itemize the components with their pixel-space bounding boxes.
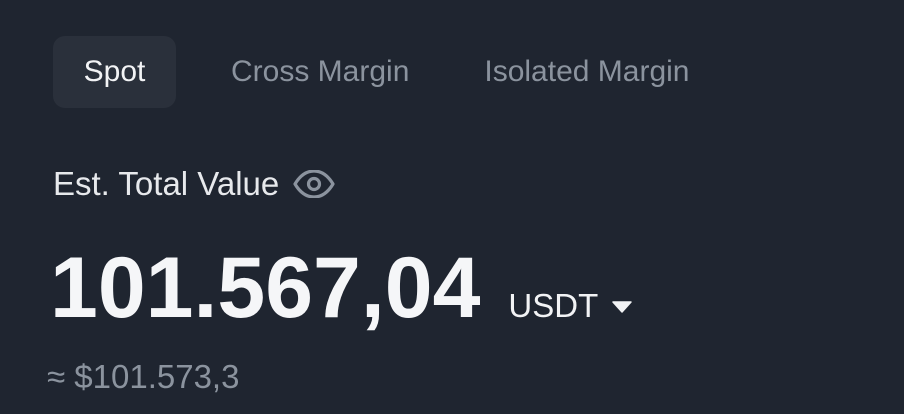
account-type-tabs: Spot Cross Margin Isolated Margin — [53, 36, 689, 108]
tab-isolated-margin-label: Isolated Margin — [484, 55, 690, 88]
tab-spot[interactable]: Spot — [53, 36, 176, 108]
total-value-header: Est. Total Value — [53, 162, 337, 206]
total-value-amount: 101.567,04 — [50, 240, 481, 336]
caret-down-icon — [612, 300, 633, 313]
tab-isolated-margin[interactable]: Isolated Margin — [484, 36, 689, 108]
tab-cross-margin-label: Cross Margin — [231, 55, 410, 88]
eye-icon[interactable] — [293, 167, 337, 201]
total-value-label: Est. Total Value — [53, 165, 280, 202]
tab-cross-margin[interactable]: Cross Margin — [231, 36, 409, 108]
currency-selector[interactable]: USDT — [508, 287, 633, 325]
total-value-row: 101.567,04 USDT — [50, 238, 633, 338]
tab-spot-label: Spot — [83, 55, 146, 88]
currency-label: USDT — [508, 287, 599, 324]
approx-usd-value: ≈ $101.573,3 — [47, 358, 240, 395]
